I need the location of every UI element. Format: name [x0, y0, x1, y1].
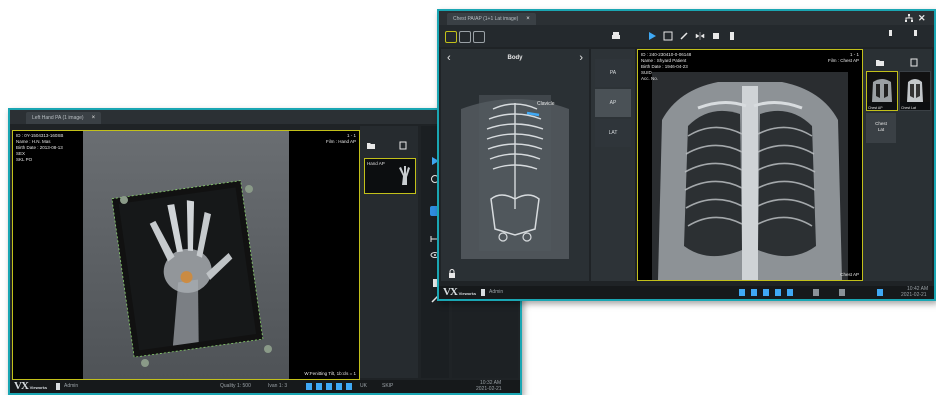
right-statusbar: VX Vieworks Admin 10:42 AM 2021-02-21 [439, 286, 934, 299]
status-item-3: UK [360, 383, 367, 389]
clavicle-label: Clavicle [537, 101, 555, 107]
logo-subtext: Vieworks [458, 291, 477, 296]
right-thumbnail-panel: Chest AP Chest Lat Chest Lat [863, 49, 932, 281]
chest-xray-image[interactable] [638, 50, 862, 280]
thumbnail-chest-ap-image [867, 72, 897, 102]
patient-info-overlay: ID : 240-230410-0-06148 Name : Shyard Pa… [641, 52, 692, 81]
status-item-2: Ivan 1: 3 [268, 383, 288, 389]
detector-icon-5 [787, 289, 793, 296]
user-icon [481, 289, 485, 296]
left-statusbar: VX Vieworks Admin Quality 1: 500 Ivan 1:… [10, 380, 520, 393]
right-study-tab-label: Chest PA/AP (1+1 Lat image) [453, 16, 519, 22]
skeleton-diagram[interactable]: Clavicle [441, 69, 589, 269]
detector-icon-1 [306, 383, 312, 390]
marker-r-icon[interactable] [885, 29, 895, 39]
status-item-4: SKIP [382, 383, 394, 389]
copy-icon[interactable] [909, 57, 919, 67]
lock-icon[interactable] [447, 269, 457, 279]
hand-xray-image[interactable] [83, 131, 289, 379]
view-pa-label: PA [609, 70, 617, 76]
layout-split-icon[interactable] [459, 31, 471, 43]
vieworks-logo: VX Vieworks [443, 286, 477, 299]
thumbnail-chest-ap[interactable]: Chest AP [866, 71, 898, 111]
status-date: 2021-02-21 [901, 292, 927, 298]
view-pa-button[interactable]: PA [595, 59, 631, 87]
left-image-viewer[interactable]: ID : 0Y-1504313-160SB Name : H.N. Mas Bi… [12, 130, 360, 380]
detector-icon-1 [739, 289, 745, 296]
crop-handle [141, 359, 149, 367]
viewer-footer-text: W:Fenitting Tilt, 1b:cls = 1 [304, 371, 356, 376]
network-status-icon [839, 289, 845, 296]
folder-icon[interactable] [875, 57, 885, 67]
selected-view-card[interactable]: Chest Lat [866, 113, 896, 143]
detector-icon-3 [763, 289, 769, 296]
generator-icon [813, 289, 819, 296]
next-body-button[interactable]: › [579, 52, 583, 64]
detector-icon-3 [326, 383, 332, 390]
play-icon[interactable] [647, 31, 657, 41]
left-thumbnail-panel: Hand AP [360, 126, 418, 378]
user-icon [56, 383, 60, 390]
film-info-overlay: 1 - 1 Film : Hand AP [325, 133, 356, 144]
thumbnail-label: Hand AP [367, 161, 385, 166]
selected-view-label: Chest Lat [875, 121, 887, 132]
right-tabbar: Chest PA/AP (1+1 Lat image) × ✕ [439, 11, 934, 25]
thumbnail-hand-image [399, 166, 410, 185]
logo-text: VX [443, 286, 458, 298]
user-name: Admin [489, 289, 504, 295]
left-study-tab[interactable]: Left Hand PA (1 image) × [26, 112, 102, 124]
status-date: 2021-02-21 [476, 386, 502, 392]
close-icon[interactable]: × [526, 16, 530, 22]
thumbnail-chest-lat-label: Chest Lat [901, 106, 916, 110]
thumbnail-chest-lat-image [900, 72, 930, 102]
body-part-panel: ‹ Body › Clavicle [441, 49, 589, 281]
thumbnail-chest-ap-label: Chest AP [868, 106, 883, 110]
detector-icon-2 [751, 289, 757, 296]
detector-icon-4 [336, 383, 342, 390]
user-name: Admin [64, 383, 79, 389]
vx-logo-icon: ✕ [918, 13, 926, 23]
crop-handle [120, 196, 128, 204]
cloud-icon [877, 289, 883, 296]
image-tool-icon[interactable] [663, 31, 673, 41]
flip-icon[interactable] [695, 31, 705, 41]
folder-icon[interactable] [366, 140, 376, 150]
reset-icon[interactable] [711, 31, 721, 41]
view-selector: PA AP LAT [591, 49, 635, 281]
right-image-viewer[interactable]: ID : 240-230410-0-06148 Name : Shyard Pa… [637, 49, 863, 281]
logo-subtext: Vieworks [29, 385, 48, 390]
crop-handle [245, 185, 253, 193]
thumbnail-chest-lat[interactable]: Chest Lat [899, 71, 931, 111]
view-lat-label: LAT [608, 130, 618, 136]
right-top-toolbar [439, 25, 934, 47]
right-study-tab[interactable]: Chest PA/AP (1+1 Lat image) × [447, 13, 536, 25]
view-ap-button[interactable]: AP [595, 89, 631, 117]
patient-info-overlay: ID : 0Y-1504313-160SB Name : H.N. Mas Bi… [16, 133, 64, 162]
copy-icon[interactable] [398, 140, 408, 150]
detector-icon-2 [316, 383, 322, 390]
right-window: Chest PA/AP (1+1 Lat image)× ✕ ‹ Body › [437, 9, 936, 301]
vieworks-logo: VX Vieworks [14, 380, 48, 393]
view-lat-button[interactable]: LAT [595, 119, 631, 147]
view-ap-label: AP [609, 100, 617, 106]
detector-icon-5 [346, 383, 352, 390]
marker-l-icon[interactable] [911, 29, 921, 39]
thumbnail-hand[interactable]: Hand AP [364, 158, 416, 194]
network-icon[interactable] [904, 13, 914, 23]
logo-text: VX [14, 380, 29, 392]
film-info-overlay: 1 - 1 Film : Chest AP [827, 52, 859, 63]
marker-icon[interactable] [727, 31, 737, 41]
viewer-footer-text: Chest AP [840, 272, 859, 277]
brush-icon[interactable] [679, 31, 689, 41]
layout-grid-icon[interactable] [473, 31, 485, 43]
close-icon[interactable]: × [92, 115, 96, 121]
layout-single-icon[interactable] [445, 31, 457, 43]
print-icon[interactable] [611, 31, 621, 41]
crop-handle [264, 345, 272, 353]
left-study-tab-label: Left Hand PA (1 image) [32, 115, 84, 121]
detector-icon-4 [775, 289, 781, 296]
body-title: Body [507, 55, 523, 61]
status-item-1: Quality 1: 500 [220, 383, 251, 389]
